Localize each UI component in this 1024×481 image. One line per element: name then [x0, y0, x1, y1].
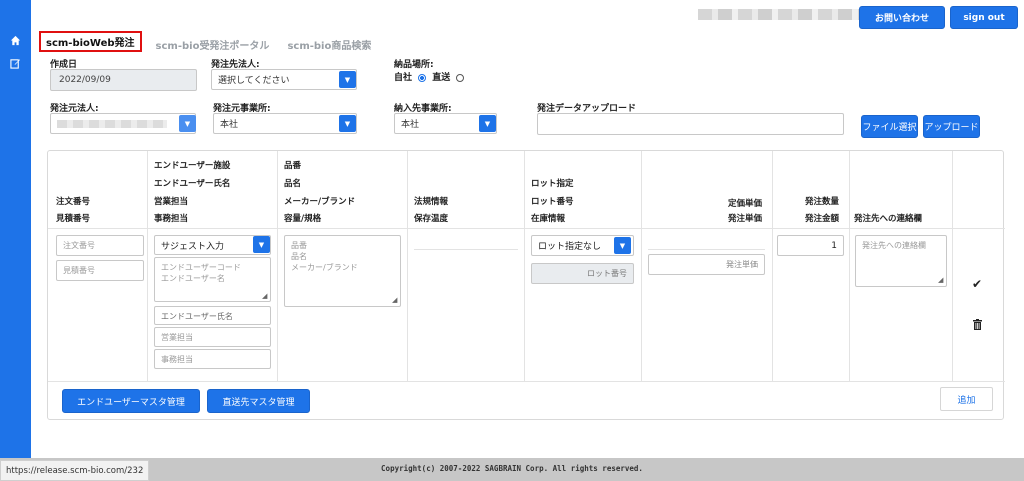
radio-self[interactable]: [418, 73, 427, 82]
signout-button[interactable]: sign out: [950, 6, 1018, 29]
header-quantity: 発注数量: [805, 197, 840, 207]
order-table: 注文番号 見積番号 エンドユーザー施設 エンドユーザー氏名 営業担当 事務担当 …: [47, 150, 1005, 420]
delivery-option-self-label: 自社: [394, 73, 413, 83]
user-name-redacted: [698, 9, 868, 20]
header-unit-price: 発注単価: [728, 214, 763, 224]
main-content: お問い合わせ sign out scm-bioWeb発注 scm-bio受発注ポ…: [31, 0, 1024, 481]
header-lot-no: ロット番号: [531, 197, 574, 207]
add-button[interactable]: 追加: [940, 387, 993, 411]
chevron-down-icon[interactable]: ▼: [339, 115, 356, 132]
topbar: お問い合わせ sign out: [31, 0, 1024, 34]
enduser-name-input[interactable]: エンドユーザー氏名: [154, 306, 271, 325]
chevron-down-icon[interactable]: ▼: [614, 237, 631, 254]
created-date-field: 2022/09/09: [50, 69, 197, 91]
delivery-option-direct-label: 直送: [432, 73, 451, 83]
upload-button[interactable]: アップロード: [923, 115, 980, 138]
copyright-text: Copyright(c) 2007-2022 SAGBRAIN Corp. Al…: [381, 464, 643, 473]
enduser-code-textarea[interactable]: エンドユーザーコード エンドユーザー名: [154, 257, 271, 302]
tab-order-portal[interactable]: scm-bio受発注ポータル: [156, 37, 270, 52]
contact-textarea[interactable]: 発注先への連絡欄: [855, 235, 947, 287]
lot-no-input: ロット番号: [531, 263, 634, 284]
order-no-input[interactable]: 注文番号: [56, 235, 144, 256]
header-stock: 在庫情報: [531, 214, 566, 224]
order-to-value: 選択してください: [218, 76, 290, 86]
header-list-price: 定価単価: [728, 199, 763, 209]
chevron-down-icon[interactable]: ▼: [479, 115, 496, 132]
upload-file-field[interactable]: [537, 113, 844, 135]
quantity-input[interactable]: 1: [777, 235, 844, 256]
delivery-office-value: 本社: [401, 120, 420, 130]
tab-web-order[interactable]: scm-bioWeb発注: [39, 31, 142, 52]
enduser-master-button[interactable]: エンドユーザーマスタ管理: [62, 389, 200, 413]
order-from-office-select[interactable]: 本社: [213, 113, 357, 134]
trash-icon[interactable]: [973, 319, 982, 333]
order-from-redacted: [57, 119, 167, 128]
chevron-down-icon[interactable]: ▼: [179, 115, 196, 132]
header-office: 事務担当: [154, 214, 189, 224]
office-input[interactable]: 事務担当: [154, 349, 271, 369]
suggest-input-value: サジェスト入力: [161, 241, 225, 252]
header-amount: 発注金額: [805, 214, 840, 224]
edit-icon[interactable]: [0, 52, 31, 74]
delivery-place-options: 自社 直送: [394, 70, 467, 83]
delivery-place-label: 納品場所:: [394, 60, 434, 70]
order-from-select[interactable]: [50, 113, 196, 134]
lot-select-value: ロット指定なし: [538, 242, 602, 252]
sidebar: [0, 0, 31, 481]
quote-no-input[interactable]: 見積番号: [56, 260, 144, 281]
direct-master-button[interactable]: 直送先マスタ管理: [207, 389, 310, 413]
file-select-button[interactable]: ファイル選択: [861, 115, 918, 138]
header-storage-temp: 保存温度: [414, 214, 449, 224]
header-maker: メーカー/ブランド: [284, 197, 356, 207]
checkmark-icon[interactable]: ✔: [972, 277, 982, 291]
contact-button[interactable]: お問い合わせ: [859, 6, 945, 29]
resize-handle-icon[interactable]: ◢: [938, 276, 943, 284]
header-enduser-facility: エンドユーザー施設: [154, 161, 231, 171]
header-product-name: 品名: [284, 179, 302, 189]
header-sales: 営業担当: [154, 197, 189, 207]
tab-bar: scm-bioWeb発注 scm-bio受発注ポータル scm-bio商品検索: [39, 31, 389, 52]
header-quote-no: 見積番号: [56, 214, 91, 224]
chevron-down-icon[interactable]: ▼: [253, 236, 270, 253]
home-icon[interactable]: [0, 29, 31, 51]
header-order-no: 注文番号: [56, 197, 91, 207]
resize-handle-icon[interactable]: ◢: [392, 296, 397, 304]
header-product-code: 品番: [284, 161, 302, 171]
tab-product-search[interactable]: scm-bio商品検索: [287, 37, 371, 52]
header-regulation: 法規情報: [414, 197, 449, 207]
radio-direct[interactable]: [456, 73, 465, 82]
product-textarea[interactable]: 品番 品名 メーカー/ブランド: [284, 235, 401, 307]
resize-handle-icon[interactable]: ◢: [262, 292, 267, 300]
header-lot-spec: ロット指定: [531, 179, 574, 189]
header-contact: 発注先への連絡欄: [854, 214, 923, 224]
status-bar-url: https://release.scm-bio.com/232: [0, 460, 150, 481]
header-capacity: 容量/規格: [284, 214, 322, 224]
header-enduser-name: エンドユーザー氏名: [154, 179, 231, 189]
order-to-select[interactable]: 選択してください: [211, 69, 357, 90]
order-from-office-value: 本社: [220, 120, 239, 130]
chevron-down-icon[interactable]: ▼: [339, 71, 356, 88]
sales-input[interactable]: 営業担当: [154, 327, 271, 347]
unit-price-input[interactable]: 発注単価: [648, 254, 765, 275]
